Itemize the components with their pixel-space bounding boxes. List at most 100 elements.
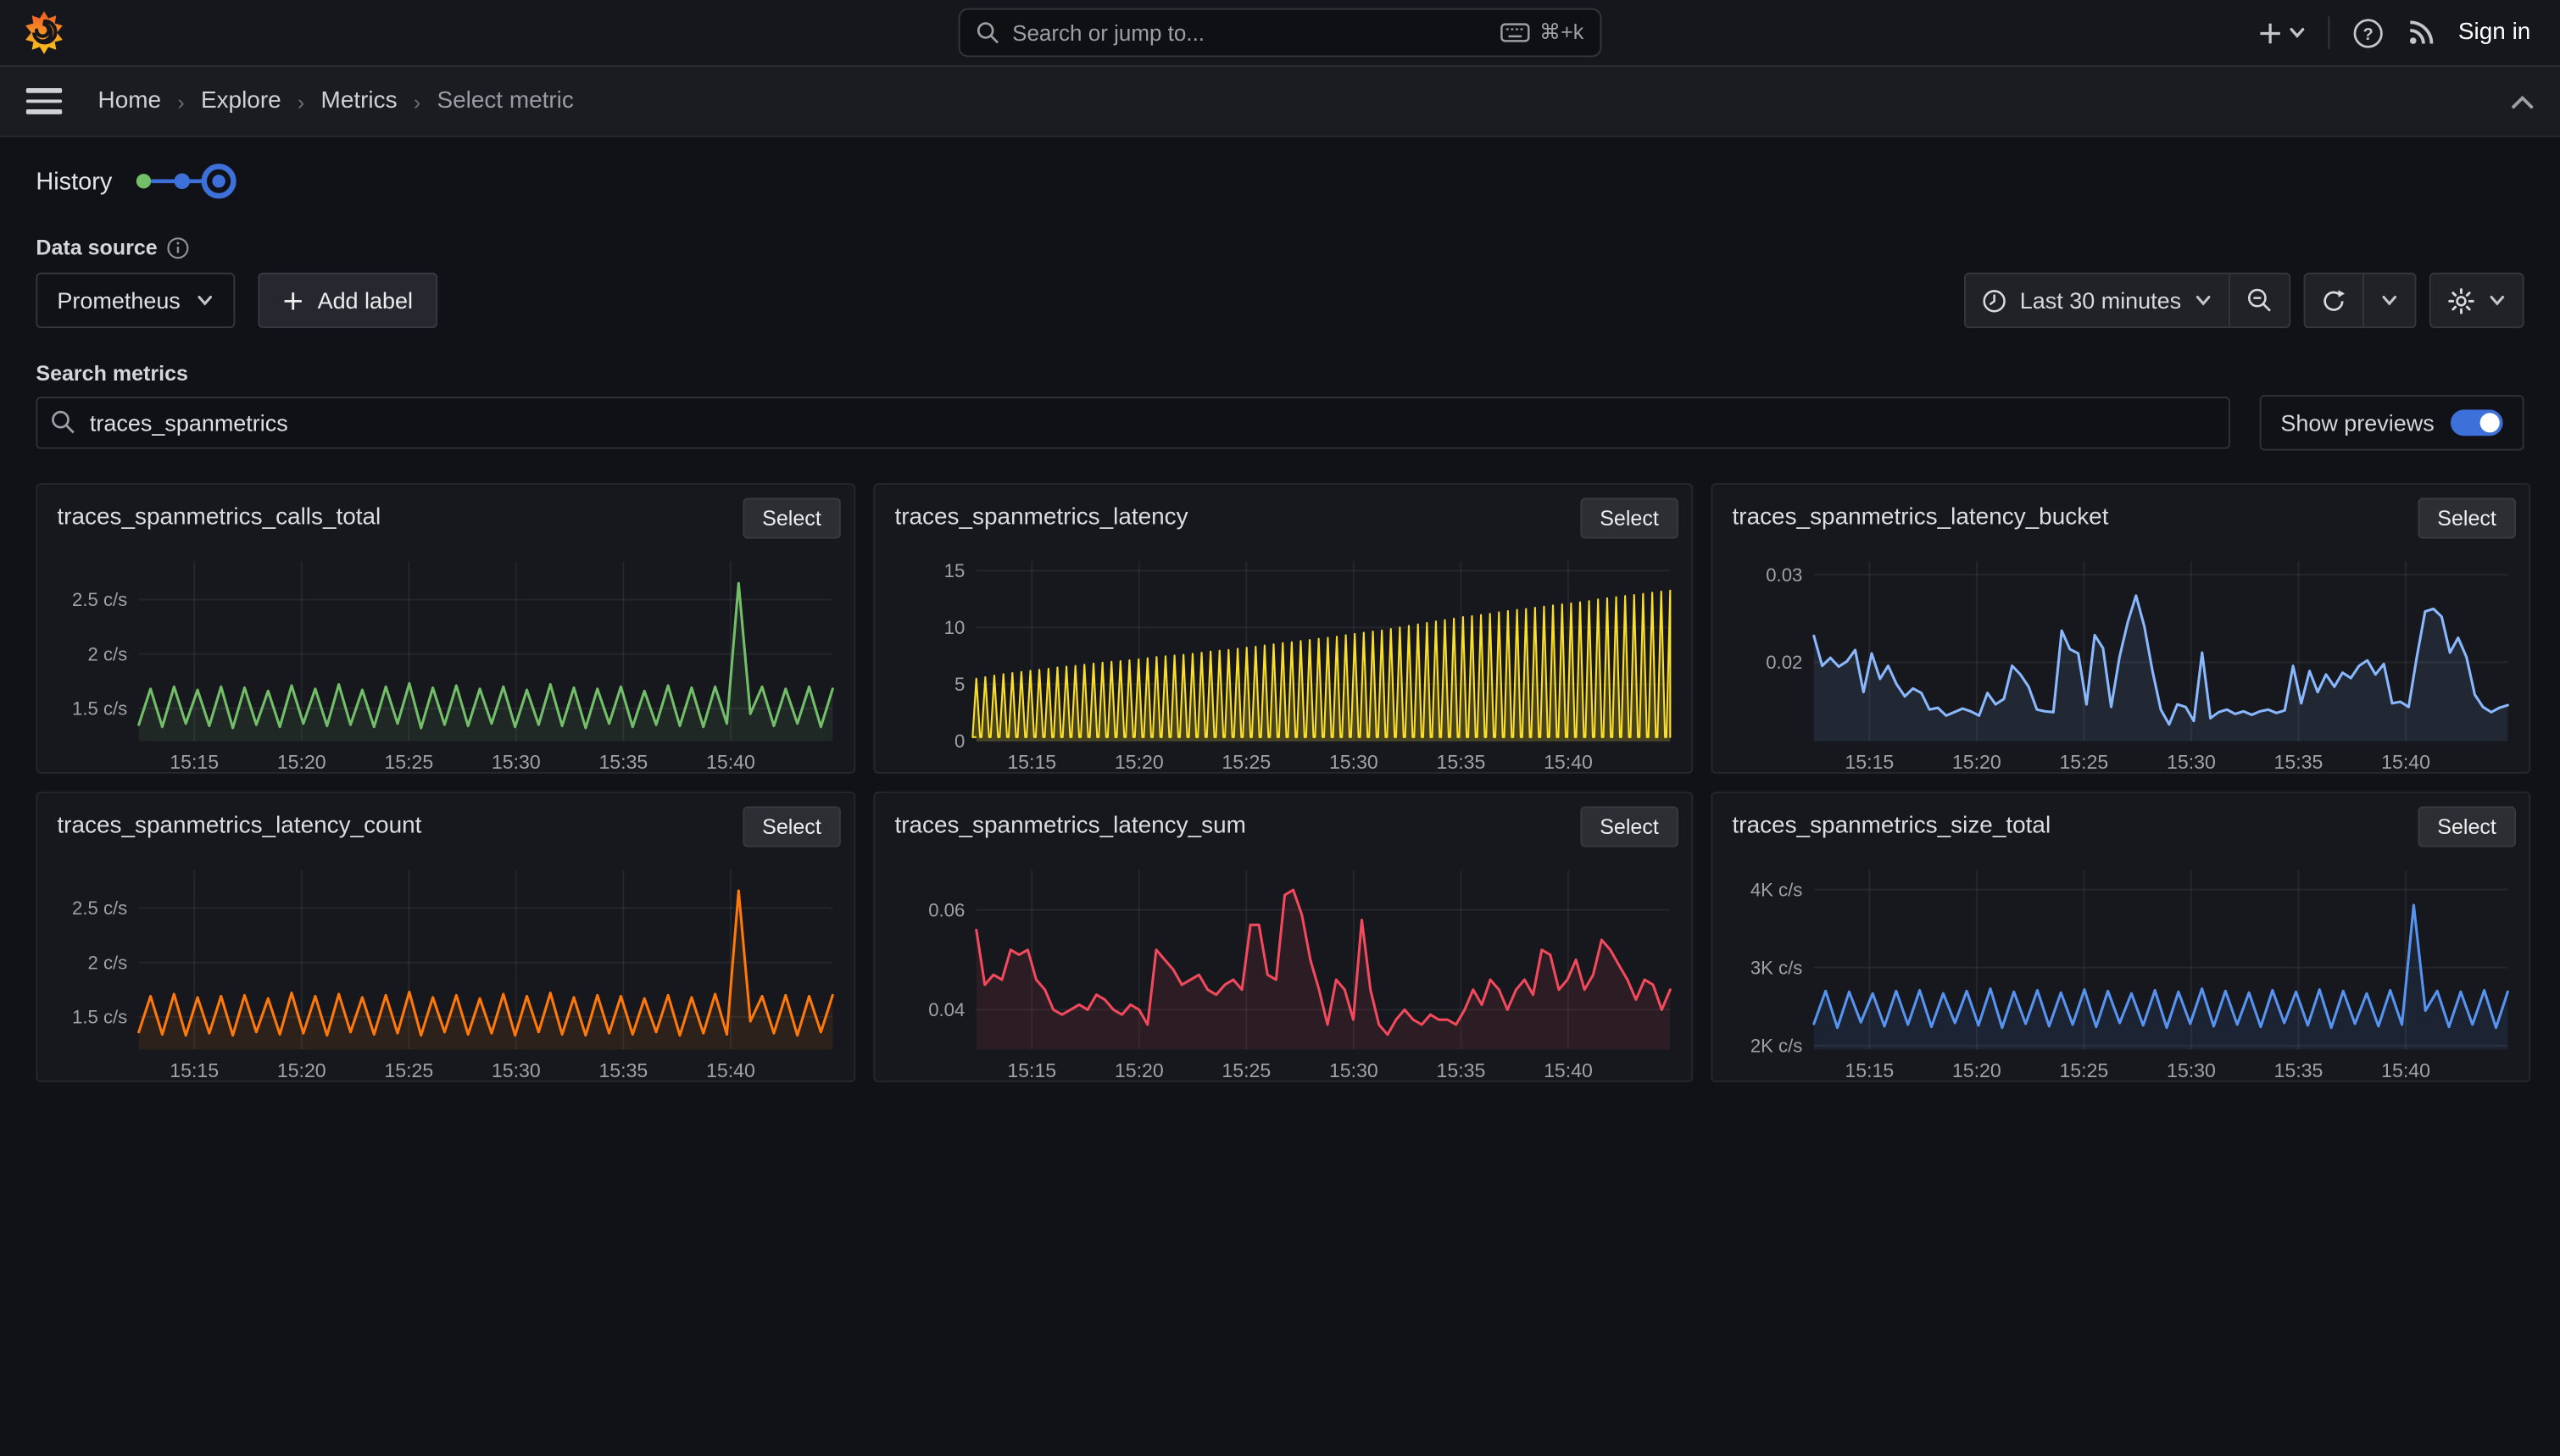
history-step-middle[interactable]: [174, 174, 189, 189]
chevron-up-icon: [2511, 94, 2534, 108]
metric-search-input[interactable]: [36, 397, 2229, 449]
svg-text:15:35: 15:35: [598, 751, 648, 773]
metric-preview-chart[interactable]: 15:1515:2015:2515:3015:3515:401.5 c/s2 c…: [51, 548, 841, 777]
svg-text:2.5 c/s: 2.5 c/s: [72, 589, 127, 610]
svg-text:15:25: 15:25: [1222, 751, 1271, 773]
svg-text:2 c/s: 2 c/s: [87, 952, 127, 973]
breadcrumb-separator: ›: [298, 89, 304, 114]
svg-text:15:35: 15:35: [1437, 751, 1486, 773]
refresh-icon: [2322, 288, 2346, 313]
svg-text:2K c/s: 2K c/s: [1750, 1036, 1802, 1057]
breadcrumb-bar: Home › Explore › Metrics › Select metric: [0, 67, 2560, 137]
help-icon: ?: [2352, 17, 2384, 48]
svg-text:15: 15: [944, 560, 966, 581]
metric-panel: traces_spanmetrics_calls_total Select 15…: [36, 483, 855, 774]
select-metric-button[interactable]: Select: [743, 497, 841, 538]
rss-icon: [2406, 18, 2435, 47]
metric-preview-chart[interactable]: 15:1515:2015:2515:3015:3515:400.040.06: [888, 857, 1678, 1086]
time-range-label: Last 30 minutes: [2020, 287, 2181, 314]
top-nav-actions: ? Sign in: [2257, 16, 2530, 49]
breadcrumb-explore[interactable]: Explore: [201, 88, 281, 114]
svg-text:15:25: 15:25: [2059, 1059, 2108, 1081]
svg-text:15:20: 15:20: [277, 1059, 326, 1081]
svg-text:15:25: 15:25: [2059, 751, 2108, 773]
global-search-box[interactable]: Search or jump to... ⌘+k: [959, 8, 1602, 58]
metric-panel-title: traces_spanmetrics_latency_bucket: [1726, 497, 2109, 531]
svg-text:15:25: 15:25: [384, 751, 433, 773]
svg-text:15:25: 15:25: [384, 1059, 433, 1081]
svg-text:15:20: 15:20: [1952, 751, 2001, 773]
chevron-down-icon: [2488, 294, 2506, 307]
zoom-out-button[interactable]: [2230, 275, 2289, 327]
settings-group: [2429, 273, 2524, 328]
explore-metrics-content: History Data source Prometheus: [0, 137, 2560, 1082]
svg-text:15:40: 15:40: [706, 1059, 755, 1081]
svg-text:15:15: 15:15: [170, 751, 219, 773]
svg-text:15:35: 15:35: [2274, 751, 2323, 773]
svg-text:0.03: 0.03: [1766, 564, 1802, 586]
history-step-start[interactable]: [136, 174, 150, 188]
refresh-interval-dropdown[interactable]: [2364, 275, 2415, 327]
select-metric-button[interactable]: Select: [743, 806, 841, 847]
datasource-picker[interactable]: Prometheus: [36, 273, 236, 328]
news-button[interactable]: [2406, 18, 2435, 47]
add-label-button[interactable]: Add label: [259, 273, 437, 328]
svg-text:15:30: 15:30: [492, 1059, 541, 1081]
new-menu-button[interactable]: [2257, 20, 2305, 45]
breadcrumb-home[interactable]: Home: [98, 88, 162, 114]
metric-preview-chart[interactable]: 15:1515:2015:2515:3015:3515:402K c/s3K c…: [1726, 857, 2516, 1086]
svg-text:15:30: 15:30: [492, 751, 541, 773]
collapse-header-button[interactable]: [2511, 94, 2534, 108]
svg-text:15:20: 15:20: [1952, 1059, 2001, 1081]
metric-panel: traces_spanmetrics_latency_sum Select 15…: [873, 792, 1693, 1082]
svg-text:15:15: 15:15: [1007, 1059, 1056, 1081]
svg-text:15:35: 15:35: [1437, 1059, 1486, 1081]
svg-text:15:20: 15:20: [277, 751, 326, 773]
plus-icon: [283, 290, 304, 311]
svg-text:?: ?: [2362, 25, 2373, 43]
metric-panel: traces_spanmetrics_latency_bucket Select…: [1711, 483, 2530, 774]
svg-text:15:15: 15:15: [1845, 751, 1894, 773]
time-range-picker[interactable]: Last 30 minutes: [1966, 275, 2229, 327]
history-steps-timeline[interactable]: [131, 160, 236, 203]
show-previews-toggle[interactable]: [2451, 409, 2503, 436]
sign-in-button[interactable]: Sign in: [2458, 19, 2530, 46]
metric-preview-chart[interactable]: 15:1515:2015:2515:3015:3515:40051015: [888, 548, 1678, 777]
select-metric-button[interactable]: Select: [2418, 806, 2516, 847]
global-search-placeholder: Search or jump to...: [1012, 20, 1487, 45]
refresh-group: [2304, 273, 2417, 328]
select-metric-button[interactable]: Select: [2418, 497, 2516, 538]
metric-panel-title: traces_spanmetrics_latency_count: [51, 806, 422, 839]
svg-text:0.06: 0.06: [928, 899, 965, 920]
select-metric-button[interactable]: Select: [1580, 806, 1678, 847]
svg-text:0: 0: [954, 731, 965, 752]
metric-preview-chart[interactable]: 15:1515:2015:2515:3015:3515:400.020.03: [1726, 548, 2516, 777]
chevron-down-icon: [2289, 26, 2305, 39]
breadcrumb-separator: ›: [177, 89, 184, 114]
top-nav-divider: [2328, 16, 2329, 49]
grafana-logo-icon[interactable]: [21, 10, 67, 56]
svg-text:1.5 c/s: 1.5 c/s: [72, 698, 127, 720]
help-button[interactable]: ?: [2352, 17, 2384, 48]
metric-panel: traces_spanmetrics_latency Select 15:151…: [873, 483, 1693, 774]
svg-text:15:30: 15:30: [2167, 1059, 2216, 1081]
metric-panel-title: traces_spanmetrics_calls_total: [51, 497, 381, 531]
menu-toggle-button[interactable]: [26, 88, 62, 114]
select-metric-button[interactable]: Select: [1580, 497, 1678, 538]
datasource-section-label: Data source: [36, 235, 2524, 259]
refresh-button[interactable]: [2306, 275, 2362, 327]
grafana-app: Search or jump to... ⌘+k: [0, 0, 2560, 1456]
time-range-group: Last 30 minutes: [1964, 273, 2290, 328]
search-icon: [51, 409, 75, 434]
svg-text:1.5 c/s: 1.5 c/s: [72, 1007, 127, 1028]
svg-text:15:40: 15:40: [2381, 1059, 2430, 1081]
svg-text:0.02: 0.02: [1766, 652, 1802, 673]
breadcrumb-separator: ›: [414, 89, 420, 114]
chevron-down-icon: [197, 294, 214, 307]
metric-preview-chart[interactable]: 15:1515:2015:2515:3015:3515:401.5 c/s2 c…: [51, 857, 841, 1086]
controls-row: Prometheus Add label: [36, 273, 2524, 328]
keyboard-shortcut-hint: ⌘+k: [1500, 19, 1583, 46]
svg-text:15:40: 15:40: [2381, 751, 2430, 773]
settings-button[interactable]: [2431, 275, 2523, 327]
breadcrumb-metrics[interactable]: Metrics: [321, 88, 398, 114]
